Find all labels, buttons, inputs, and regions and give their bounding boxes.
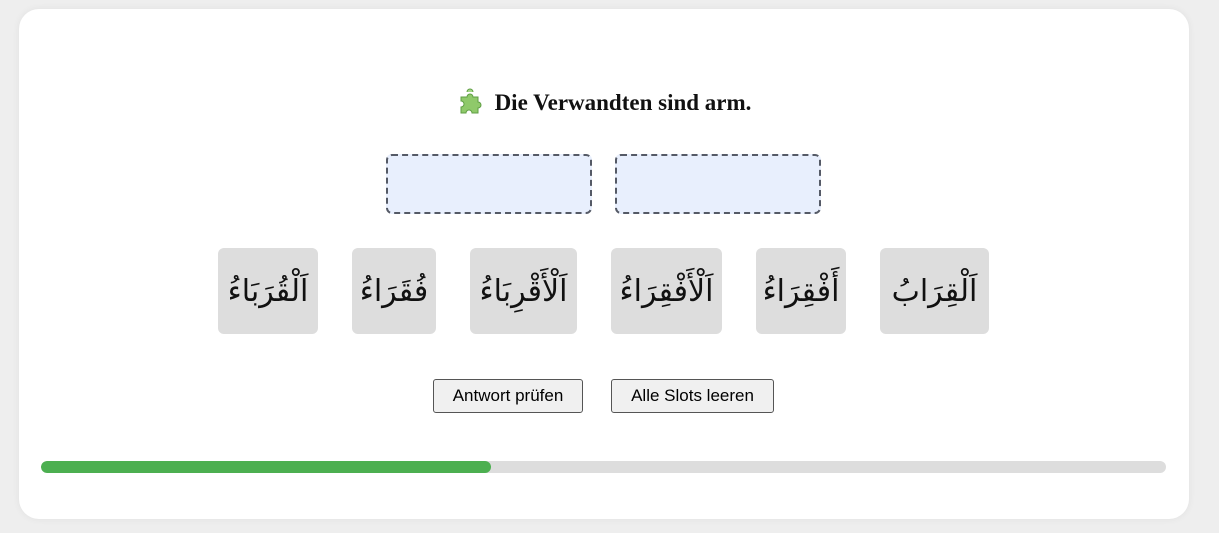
answer-slot-2[interactable]: [615, 154, 821, 214]
word-tile-4[interactable]: اَلْأَفْقِرَاءُ: [611, 248, 722, 334]
progress-bar: [41, 461, 1166, 473]
check-answer-button[interactable]: Antwort prüfen: [433, 379, 583, 413]
progress-bar-fill: [41, 461, 491, 473]
word-tile-1[interactable]: اَلْقُرَبَاءُ: [218, 248, 318, 334]
clear-slots-button[interactable]: Alle Slots leeren: [611, 379, 774, 413]
answer-slots: [19, 154, 1189, 214]
word-tile-2[interactable]: فُقَرَاءُ: [352, 248, 436, 334]
word-tile-6[interactable]: اَلْقِرَابُ: [880, 248, 989, 334]
word-tile-3[interactable]: اَلْأَقْرِبَاءُ: [470, 248, 577, 334]
word-tile-5[interactable]: أَفْقِرَاءُ: [756, 248, 846, 334]
answer-slot-1[interactable]: [386, 154, 592, 214]
quiz-card: Die Verwandten sind arm. اَلْقُرَبَاءُ ف…: [19, 9, 1189, 519]
question-title: Die Verwandten sind arm.: [19, 87, 1189, 119]
question-text: Die Verwandten sind arm.: [494, 90, 752, 115]
puzzle-piece-icon: [460, 88, 481, 114]
